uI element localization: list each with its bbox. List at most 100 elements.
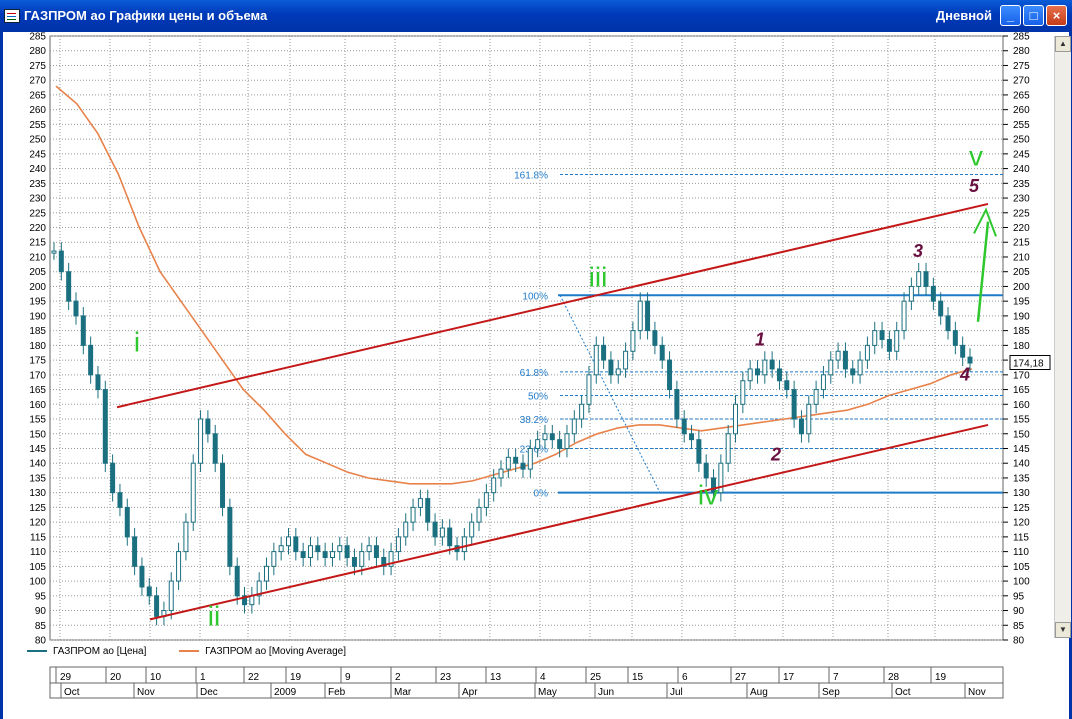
price-candle	[740, 380, 746, 405]
y-tick-label-right: 265	[1013, 90, 1030, 101]
price-candle	[300, 551, 306, 559]
price-candle	[124, 506, 130, 538]
y-tick-label-right: 230	[1013, 194, 1030, 205]
price-candle	[469, 521, 475, 538]
price-candle	[132, 536, 138, 567]
price-candle	[176, 551, 182, 582]
vertical-scrollbar[interactable]: ▲ ▼	[1054, 36, 1071, 638]
x-tick-label: 13	[490, 672, 502, 683]
wave-label-green: ii	[208, 600, 220, 631]
month-label: 2009	[274, 687, 297, 698]
y-tick-label-left: 105	[29, 562, 46, 573]
price-candle	[842, 350, 848, 370]
price-candle	[813, 389, 819, 405]
y-tick-label-left: 275	[29, 61, 46, 72]
y-tick-label-left: 205	[29, 267, 46, 278]
wave-label-purple: 4	[959, 365, 970, 385]
y-tick-label-left: 270	[29, 76, 46, 87]
y-tick-label-right: 275	[1013, 61, 1030, 72]
price-candle	[938, 300, 944, 317]
y-tick-label-left: 165	[29, 385, 46, 396]
price-candle	[952, 330, 958, 346]
y-tick-label-right: 250	[1013, 135, 1030, 146]
x-tick-label: 2	[395, 672, 401, 683]
y-tick-label-right: 260	[1013, 105, 1030, 116]
y-tick-label-left: 175	[29, 356, 46, 367]
y-tick-label-left: 80	[35, 636, 47, 647]
price-candle	[828, 359, 834, 376]
x-tick-label: 29	[60, 672, 72, 683]
price-candle	[432, 521, 438, 538]
price-candle	[366, 545, 372, 553]
price-candle	[447, 527, 453, 547]
y-tick-label-left: 170	[29, 370, 46, 381]
price-chart[interactable]: 80 8085 8590 9095 95100 100105 105110 110115 115…	[0, 0, 1072, 719]
scroll-up-icon[interactable]: ▲	[1055, 36, 1071, 52]
y-tick-label-left: 180	[29, 341, 46, 352]
price-candle	[359, 551, 365, 567]
y-tick-label-right: 215	[1013, 238, 1030, 249]
price-candle	[791, 389, 797, 420]
y-tick-label-right: 240	[1013, 164, 1030, 175]
price-candle	[776, 368, 782, 382]
price-candle	[373, 545, 379, 559]
y-tick-label-right: 195	[1013, 297, 1030, 308]
price-candle	[579, 403, 585, 420]
y-tick-label-left: 155	[29, 415, 46, 426]
month-label: Jun	[598, 687, 614, 698]
price-candle	[725, 433, 731, 464]
month-label: Jul	[670, 687, 683, 698]
y-tick-label-right: 190	[1013, 311, 1030, 322]
price-candle	[689, 433, 695, 441]
y-tick-label-right: 200	[1013, 282, 1030, 293]
fib-level-label: 38.2%	[520, 415, 548, 426]
y-tick-label-left: 240	[29, 164, 46, 175]
price-candle	[557, 439, 563, 449]
price-candle	[212, 433, 218, 464]
price-candle	[857, 359, 863, 376]
price-candle	[674, 389, 680, 420]
price-candle	[798, 418, 804, 435]
y-tick-label-right: 205	[1013, 267, 1030, 278]
x-tick-label: 17	[783, 672, 795, 683]
y-tick-label-left: 265	[29, 90, 46, 101]
price-candle	[285, 536, 291, 547]
fib-level-label: 161.8%	[514, 170, 548, 181]
price-candle	[872, 330, 878, 346]
y-tick-label-left: 145	[29, 444, 46, 455]
plot-area	[49, 35, 1004, 641]
month-label: Nov	[137, 687, 155, 698]
month-label: Mar	[394, 687, 412, 698]
y-tick-label-left: 95	[35, 591, 47, 602]
x-tick-label: 9	[345, 672, 351, 683]
price-candle	[344, 545, 350, 559]
price-candle	[623, 350, 629, 370]
y-tick-label-right: 170	[1013, 370, 1030, 381]
price-candle	[322, 551, 328, 559]
y-tick-label-right: 225	[1013, 208, 1030, 219]
price-candle	[659, 344, 665, 361]
price-candle	[491, 477, 497, 494]
price-candle	[410, 506, 416, 523]
price-candle	[293, 536, 299, 553]
price-candle	[535, 439, 541, 449]
y-tick-label-right: 285	[1013, 32, 1030, 43]
legend: ГАЗПРОМ ао [Цена] ГАЗПРОМ ао [Moving Ave…	[27, 646, 376, 657]
scroll-down-icon[interactable]: ▼	[1055, 622, 1071, 638]
price-candle	[908, 285, 914, 302]
price-candle	[337, 545, 343, 553]
price-candle	[696, 439, 702, 464]
price-candle	[637, 300, 643, 332]
wave-label-green: iv	[698, 479, 718, 510]
y-tick-label-left: 130	[29, 488, 46, 499]
price-candle	[315, 545, 321, 553]
price-candle	[146, 586, 152, 597]
y-tick-label-right: 110	[1013, 547, 1029, 558]
price-candle	[483, 492, 489, 508]
price-candle	[930, 285, 936, 302]
y-tick-label-right: 235	[1013, 179, 1030, 190]
y-tick-label-right: 105	[1013, 562, 1030, 573]
fib-level-label: 23.6%	[520, 444, 548, 455]
y-tick-label-right: 165	[1013, 385, 1030, 396]
price-candle	[417, 498, 423, 508]
